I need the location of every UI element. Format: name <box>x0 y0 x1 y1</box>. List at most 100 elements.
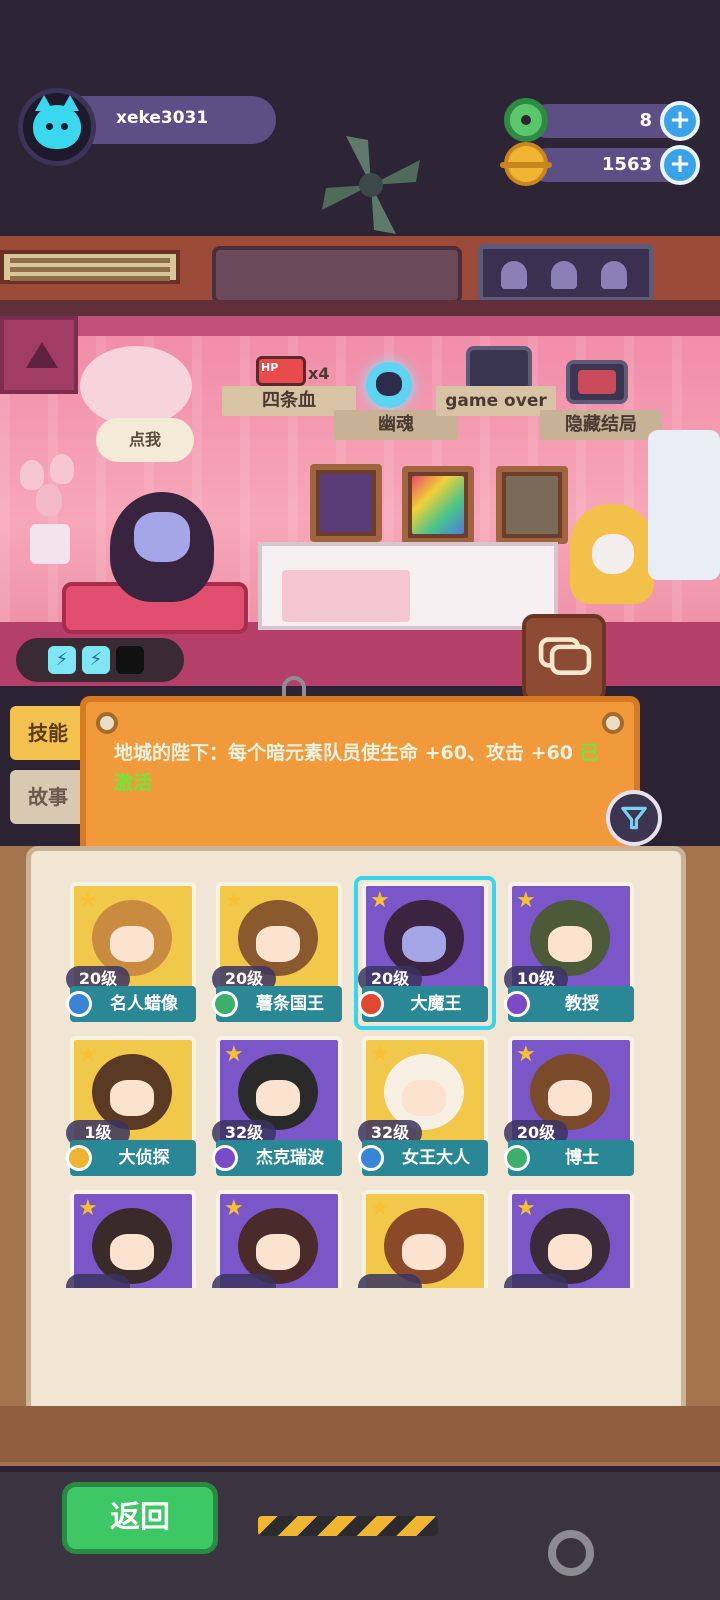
star-icon: ★ <box>370 1196 390 1221</box>
hp-multiplier: x4 <box>308 364 330 383</box>
hero-face <box>110 926 154 962</box>
hero-card[interactable]: ★ 20级 大魔王 <box>354 876 496 1030</box>
hero-card[interactable]: ★ 10级 教授 <box>504 880 638 1026</box>
filter-icon <box>621 806 647 830</box>
ghost-icon <box>501 261 527 289</box>
hero-name: 女王大人 <box>402 1148 470 1168</box>
ending-banner-hidden[interactable]: 隐藏结局 <box>540 410 662 440</box>
hero-card[interactable]: ★ 20级 名人蜡像 <box>66 880 200 1026</box>
ghost-icon <box>551 261 577 289</box>
hero-name-bar: 薯条国王 <box>212 986 342 1022</box>
hero-name-bar: 大魔王 <box>358 986 488 1022</box>
element-badge-icon <box>66 991 92 1017</box>
cat-avatar-icon <box>33 95 81 149</box>
star-icon: ★ <box>370 1042 390 1067</box>
hero-name: 大魔王 <box>410 994 462 1014</box>
hero-name: 教授 <box>565 994 599 1014</box>
add-coin-button[interactable]: + <box>660 145 700 185</box>
hero-name-bar: 教授 <box>504 986 634 1022</box>
hero-level <box>358 1274 422 1288</box>
hero-name-bar: 女王大人 <box>358 1140 488 1176</box>
donut-icon <box>504 98 548 142</box>
hero-face <box>110 1234 154 1270</box>
star-icon: ★ <box>224 1196 244 1221</box>
star-icon: ★ <box>224 1042 244 1067</box>
star-icon: ★ <box>516 888 536 913</box>
hero-card[interactable]: ★ 20级 薯条国王 <box>212 880 346 1026</box>
sailor-dress <box>648 430 720 580</box>
skill-text: 地城的陛下：每个暗元素队员使生命 +60、攻击 +60 <box>114 742 573 764</box>
skeleton-girl-character <box>570 504 654 628</box>
element-badge-icon <box>504 991 530 1017</box>
hero-name-bar: 博士 <box>504 1140 634 1176</box>
hero-level <box>504 1274 568 1288</box>
avatar[interactable] <box>18 88 96 166</box>
hero-level <box>212 1274 276 1288</box>
speaker-grill <box>212 246 462 304</box>
planet-coin-icon <box>500 142 552 186</box>
element-badge-icon <box>504 1145 530 1171</box>
back-button[interactable]: 返回 <box>62 1482 218 1554</box>
tulip-vase <box>14 454 94 564</box>
coin-count: 1563 <box>601 154 652 175</box>
donut-count: 8 <box>639 110 652 131</box>
chat-button[interactable] <box>522 614 606 702</box>
hero-card[interactable]: ★ <box>358 1188 492 1288</box>
tv-hidden-icon <box>566 360 628 404</box>
empty-cell-icon <box>116 646 144 674</box>
portrait-frame-3 <box>496 466 568 544</box>
hazard-stripe <box>258 1516 438 1536</box>
portrait-frame-2 <box>402 466 474 544</box>
hero-name: 大侦探 <box>118 1148 170 1168</box>
star-icon: ★ <box>78 1196 98 1221</box>
energy-bar: ⚡ ⚡ <box>16 638 184 682</box>
fan-icon <box>322 136 420 234</box>
hero-card[interactable]: ★ <box>212 1188 346 1288</box>
star-icon: ★ <box>78 1042 98 1067</box>
hero-card[interactable]: ★ 20级 博士 <box>504 1034 638 1180</box>
tap-me-bubble[interactable]: 点我 <box>96 418 194 462</box>
hero-face <box>110 1080 154 1116</box>
screw-icon <box>602 712 624 734</box>
energy-cell-icon: ⚡ <box>48 646 76 674</box>
star-icon: ★ <box>224 888 244 913</box>
hero-card[interactable]: ★ 1级 大侦探 <box>66 1034 200 1180</box>
star-icon: ★ <box>516 1042 536 1067</box>
hero-card[interactable]: ★ 32级 女王大人 <box>358 1034 492 1180</box>
filter-button[interactable] <box>606 790 662 846</box>
display-table <box>258 542 558 630</box>
hero-face <box>402 1080 446 1116</box>
hero-card[interactable]: ★ <box>66 1188 200 1288</box>
energy-cell-icon: ⚡ <box>82 646 110 674</box>
add-donut-button[interactable]: + <box>660 101 700 141</box>
tab-skill[interactable]: 技能 <box>10 706 86 760</box>
hero-face <box>256 1234 300 1270</box>
vent <box>0 250 180 284</box>
hero-card[interactable]: ★ <box>504 1188 638 1288</box>
hero-name: 名人蜡像 <box>110 994 178 1014</box>
skill-info-card: 地城的陛下：每个暗元素队员使生命 +60、攻击 +60 已激活 <box>80 696 640 860</box>
hero-face <box>548 1080 592 1116</box>
currency-coin: 1563 + <box>500 142 700 186</box>
collapse-button[interactable] <box>0 316 78 394</box>
ghost-display <box>478 244 654 302</box>
element-badge-icon <box>212 991 238 1017</box>
ending-banner-game-over[interactable]: game over <box>436 386 556 416</box>
tab-story[interactable]: 故事 <box>10 770 86 824</box>
chat-bubble-icon <box>538 637 592 675</box>
demon-queen-character[interactable] <box>100 484 224 614</box>
screw-icon <box>96 712 118 734</box>
hero-grid[interactable]: ★ 20级 名人蜡像 ★ 20级 薯条国王 ★ 20级 大魔王 ★ 10级 教授 ★ 1级 大侦探 ★ 32级杰… <box>66 876 642 1288</box>
element-badge-icon <box>358 991 384 1017</box>
hero-name-bar: 大侦探 <box>66 1140 196 1176</box>
element-badge-icon <box>212 1145 238 1171</box>
gear-icon <box>548 1530 594 1576</box>
ghost-skull-icon <box>366 362 412 408</box>
element-badge-icon <box>66 1145 92 1171</box>
hp-x4-icon: HP <box>256 356 306 386</box>
hero-face <box>402 1234 446 1270</box>
hero-face <box>256 1080 300 1116</box>
hero-face <box>256 926 300 962</box>
hero-card[interactable]: ★ 32级 杰克瑞波 <box>212 1034 346 1180</box>
hero-name-bar: 杰克瑞波 <box>212 1140 342 1176</box>
